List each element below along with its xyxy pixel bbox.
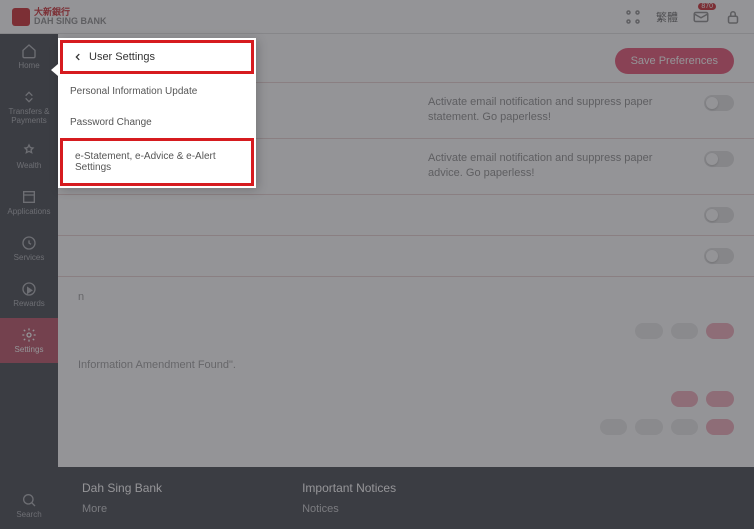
submenu-item-password-change[interactable]: Password Change	[58, 107, 256, 138]
submenu-item-personal-info[interactable]: Personal Information Update	[58, 76, 256, 107]
submenu-title: User Settings	[89, 51, 155, 63]
settings-submenu: User Settings Personal Information Updat…	[58, 38, 256, 188]
chevron-left-icon	[73, 52, 83, 62]
submenu-back[interactable]: User Settings	[60, 40, 254, 74]
submenu-item-estatement-settings[interactable]: e-Statement, e-Advice & e-Alert Settings	[60, 138, 254, 186]
